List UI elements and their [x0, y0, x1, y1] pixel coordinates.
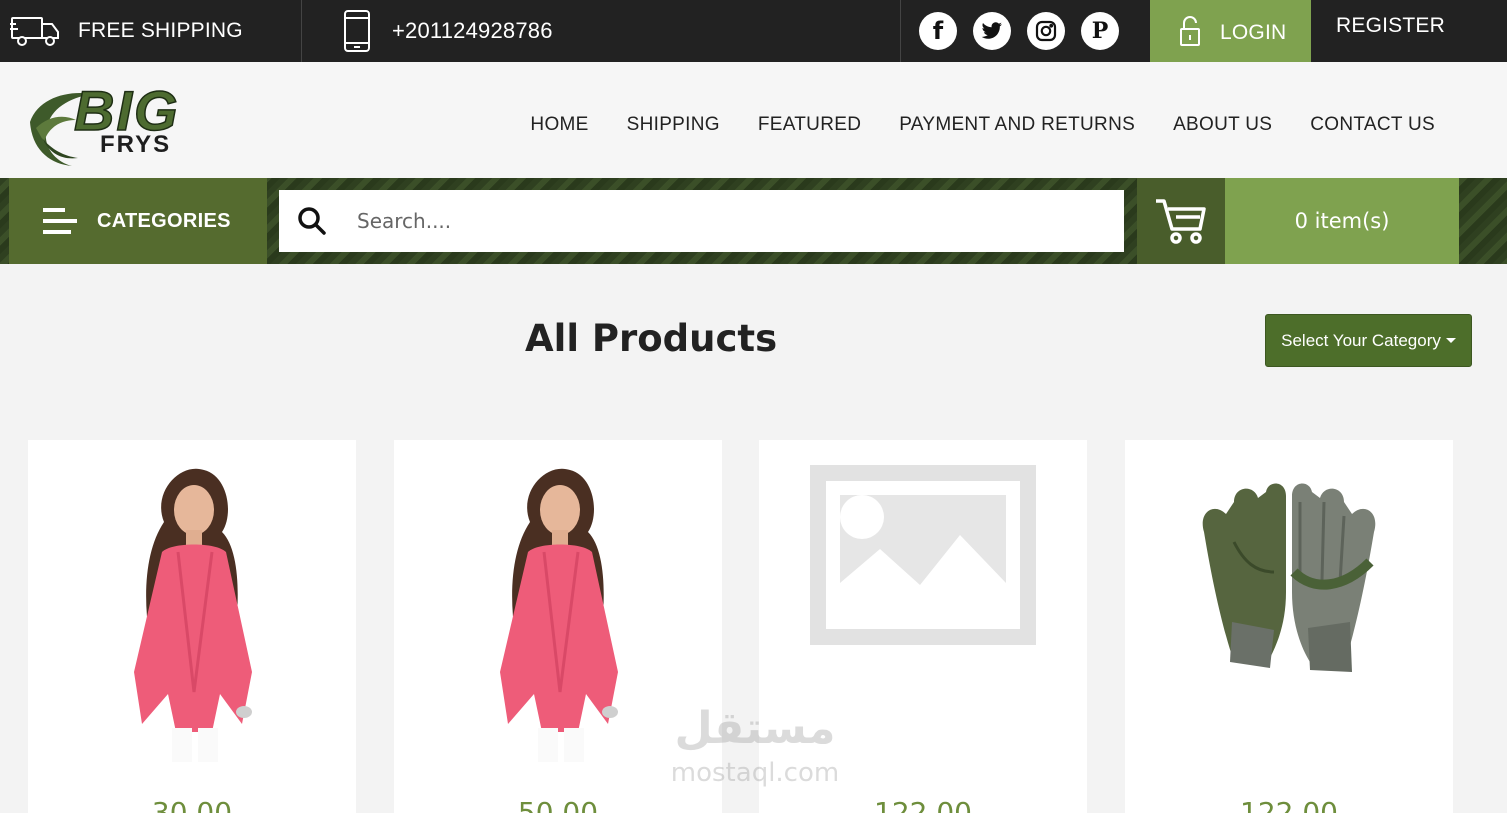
nav-payment-returns[interactable]: PAYMENT AND RETURNS: [899, 114, 1135, 136]
logo-text-frys: FRYS: [100, 131, 171, 158]
phone-contact: +201124928786: [302, 0, 901, 62]
product-image-pink-blouse[interactable]: [28, 462, 356, 762]
nav-shipping[interactable]: SHIPPING: [627, 114, 720, 136]
nav-featured[interactable]: FEATURED: [758, 114, 861, 136]
site-header: BIG FRYS HOME SHIPPING FEATURED PAYMENT …: [0, 62, 1507, 178]
nav-contact-us[interactable]: CONTACT US: [1310, 114, 1435, 136]
register-button[interactable]: REGISTER: [1311, 0, 1507, 62]
mobile-phone-icon: [344, 10, 370, 52]
category-select-label: Select Your Category: [1281, 330, 1441, 350]
product-card[interactable]: 122.00: [759, 440, 1087, 813]
cart-item-count[interactable]: 0 item(s): [1225, 178, 1459, 264]
free-shipping-label: FREE SHIPPING: [78, 19, 243, 42]
menu-lines-icon: [43, 208, 77, 234]
bigfrys-logo[interactable]: BIG FRYS: [28, 76, 208, 168]
phone-number[interactable]: +201124928786: [392, 18, 553, 44]
truck-icon: [10, 17, 59, 46]
register-label: REGISTER: [1336, 14, 1445, 37]
product-card[interactable]: 50.00: [394, 440, 722, 813]
product-price: 30.00: [151, 796, 233, 813]
pinterest-icon[interactable]: P: [1081, 12, 1119, 50]
twitter-bird-icon: [981, 22, 1002, 39]
nav-home[interactable]: HOME: [530, 114, 588, 136]
image-placeholder-icon: [810, 465, 1036, 645]
search-icon[interactable]: [297, 206, 327, 236]
search-bar: CATEGORIES 0 item(s): [0, 178, 1507, 264]
instagram-icon[interactable]: [1027, 12, 1065, 50]
unlock-icon: [1180, 16, 1200, 46]
social-links: f P: [901, 0, 1150, 62]
product-image-gloves[interactable]: [1125, 462, 1453, 762]
product-price: 50.00: [517, 796, 599, 813]
caret-down-icon: [1445, 338, 1456, 343]
main-nav: HOME SHIPPING FEATURED PAYMENT AND RETUR…: [530, 114, 1435, 136]
pink-blouse-image: [500, 468, 618, 762]
login-button[interactable]: LOGIN: [1150, 0, 1311, 62]
page-title: All Products: [525, 317, 778, 360]
shopping-cart-icon: [1156, 199, 1206, 244]
product-price: 122.00: [1240, 796, 1338, 813]
search-box: [279, 190, 1124, 252]
product-image-placeholder[interactable]: [759, 465, 1087, 765]
pink-blouse-image: [134, 468, 252, 762]
logo-graphic: BIG FRYS: [30, 78, 178, 166]
nav-about-us[interactable]: ABOUT US: [1173, 114, 1272, 136]
cart-button[interactable]: [1137, 178, 1225, 264]
free-shipping: FREE SHIPPING: [0, 0, 302, 62]
top-bar: FREE SHIPPING +201124928786 f P LOGIN RE…: [0, 0, 1507, 62]
twitter-icon[interactable]: [973, 12, 1011, 50]
facebook-glyph: f: [932, 17, 944, 45]
product-image-pink-blouse[interactable]: [394, 462, 722, 762]
instagram-camera-icon: [1035, 20, 1057, 42]
gloves-image: [1202, 483, 1376, 672]
login-label: LOGIN: [1220, 21, 1287, 44]
product-price: 122.00: [874, 796, 972, 813]
product-card[interactable]: 30.00: [28, 440, 356, 813]
search-input[interactable]: [357, 209, 1057, 233]
categories-label: CATEGORIES: [97, 209, 231, 232]
facebook-icon[interactable]: f: [919, 12, 957, 50]
products-section: All Products Select Your Category 30.00: [0, 264, 1507, 813]
categories-button[interactable]: CATEGORIES: [9, 178, 267, 264]
category-select-dropdown[interactable]: Select Your Category: [1265, 314, 1472, 367]
product-card[interactable]: 122.00: [1125, 440, 1453, 813]
pinterest-glyph: P: [1091, 18, 1109, 44]
